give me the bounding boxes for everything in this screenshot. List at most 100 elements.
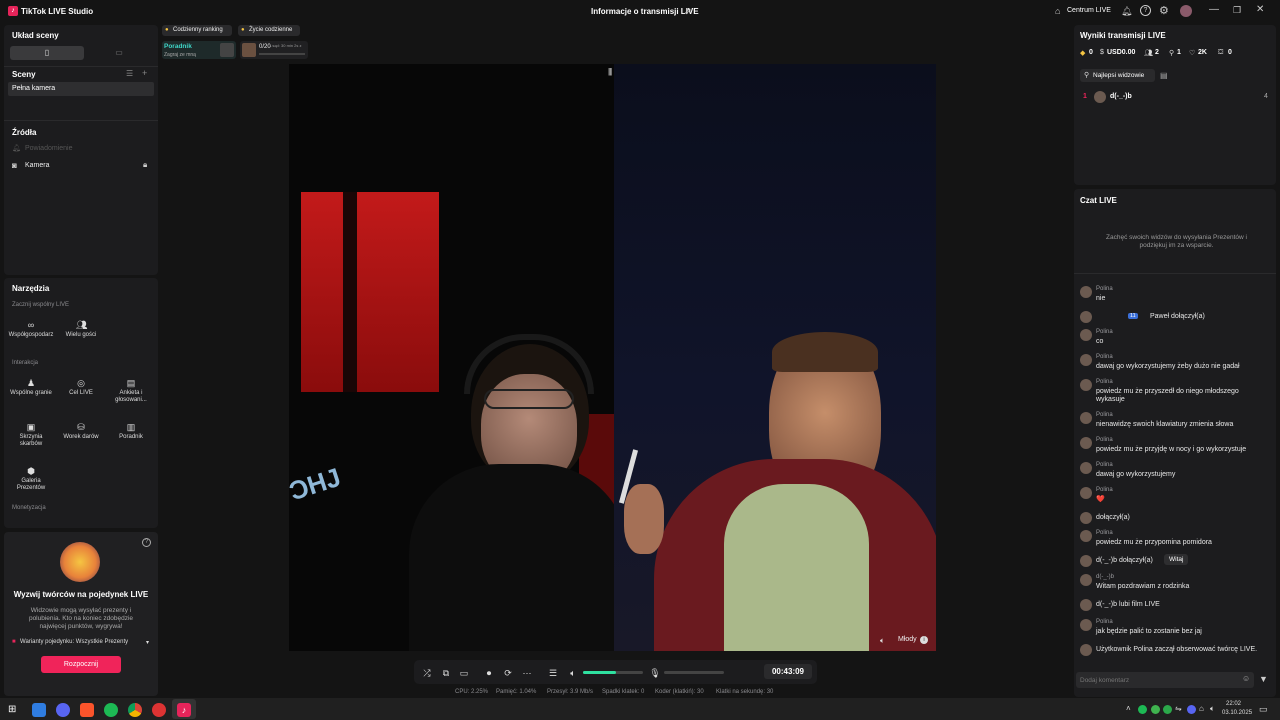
daily-life-widget[interactable]: ● Życie codzienne: [238, 25, 300, 36]
discord-icon[interactable]: [56, 703, 70, 717]
tiktok-icon[interactable]: ♪: [177, 703, 191, 717]
emoji-icon[interactable]: ☺: [1242, 674, 1250, 683]
play-together-button[interactable]: ♟ Wspólne granie: [8, 374, 54, 410]
poll-button[interactable]: ▤ Ankieta i głosowani...: [108, 374, 154, 410]
comment-input[interactable]: [1080, 674, 1230, 686]
avatar[interactable]: [1080, 412, 1092, 424]
daily-ranking-widget[interactable]: ● Codzienny ranking: [162, 25, 232, 36]
spotify-tray-icon[interactable]: [1138, 705, 1147, 714]
volume-icon[interactable]: 🔈︎: [567, 667, 579, 679]
avatar[interactable]: [1080, 644, 1092, 656]
minimize-button[interactable]: —: [1209, 4, 1219, 15]
avatar[interactable]: [1080, 619, 1092, 631]
duel-variants-select[interactable]: Warianty pojedynku: Wszystkie Prezenty: [20, 639, 128, 645]
spotify-icon[interactable]: [104, 703, 118, 717]
chat-author[interactable]: Polina: [1096, 286, 1113, 292]
drag-handle-icon[interactable]: |||: [608, 67, 612, 76]
comment-box[interactable]: ☺: [1076, 672, 1254, 688]
treasure-button[interactable]: ▣ Skrzynia skarbów: [8, 418, 54, 454]
filter-icon[interactable]: ▼: [1259, 674, 1268, 684]
chat-author[interactable]: Polina: [1096, 530, 1113, 536]
explorer-icon[interactable]: [32, 703, 46, 717]
tray-icon[interactable]: ⇋: [1175, 704, 1182, 713]
tray-icon[interactable]: [1163, 705, 1172, 714]
avatar[interactable]: [1080, 354, 1092, 366]
chat-author[interactable]: Polina: [1096, 437, 1113, 443]
layers-icon[interactable]: ⧉: [440, 667, 452, 679]
avatar[interactable]: [1080, 437, 1092, 449]
source-notifications[interactable]: Powiadomienie: [25, 145, 72, 152]
clock-time[interactable]: 22:02: [1226, 701, 1241, 707]
gear-icon[interactable]: ⚙: [1159, 4, 1169, 17]
volume-slider[interactable]: [583, 671, 643, 674]
avatar[interactable]: [1080, 379, 1092, 391]
multi-guests-button[interactable]: 👥︎ Wielu gości: [58, 316, 104, 352]
brave-icon[interactable]: [80, 703, 94, 717]
notifications-icon[interactable]: ▭: [1259, 704, 1268, 715]
portrait-layout-button[interactable]: ▯: [10, 46, 84, 60]
network-icon[interactable]: ⌂: [1199, 704, 1204, 713]
avatar[interactable]: [1180, 5, 1192, 17]
live-goal-button[interactable]: ◎ Cel LIVE: [58, 374, 104, 410]
maximize-button[interactable]: ❐: [1233, 5, 1241, 16]
close-button[interactable]: ✕: [1256, 4, 1264, 15]
avatar[interactable]: [1080, 599, 1092, 611]
landscape-layout-button[interactable]: ▭: [84, 46, 154, 60]
tray-icon[interactable]: [1151, 705, 1160, 714]
chat-author[interactable]: Polina: [1096, 487, 1113, 493]
list-icon[interactable]: ▤: [1160, 71, 1168, 80]
chat-author[interactable]: Polina: [1096, 462, 1113, 468]
chat-author[interactable]: Polina: [1096, 412, 1113, 418]
clock-date[interactable]: 03.10.2025: [1222, 710, 1252, 716]
obs-icon[interactable]: [152, 703, 166, 717]
avatar[interactable]: [1080, 530, 1092, 542]
gift-bag-button[interactable]: ⛁ Worek darów: [58, 418, 104, 454]
microphone-icon[interactable]: 🎙︎: [649, 667, 661, 679]
chevron-down-icon[interactable]: ▾: [146, 639, 149, 646]
help-icon[interactable]: ?: [1140, 5, 1151, 16]
avatar[interactable]: [1080, 512, 1092, 524]
lock-icon[interactable]: 🔒︎: [143, 160, 147, 170]
avatar[interactable]: [1080, 286, 1092, 298]
scene-item[interactable]: Pełna kamera: [8, 82, 154, 96]
avatar[interactable]: [1080, 462, 1092, 474]
start-button[interactable]: Rozpocznij: [41, 656, 121, 673]
chat-author[interactable]: Polina: [1096, 619, 1113, 625]
chat-author[interactable]: d(-_-)b: [1096, 574, 1114, 580]
progress-widget[interactable]: 0/20 ...sąd: 30 min 2s z: [240, 41, 308, 59]
welcome-button[interactable]: Witaj: [1164, 554, 1189, 565]
avatar[interactable]: [1080, 329, 1092, 341]
screen-icon[interactable]: ▭: [458, 667, 470, 679]
mic-slider[interactable]: [664, 671, 724, 674]
settings-sliders-icon[interactable]: ☰: [547, 667, 559, 679]
chat-author[interactable]: Polina: [1096, 329, 1113, 335]
volume-tray-icon[interactable]: 🔈︎: [1210, 704, 1215, 714]
stream-info-title[interactable]: Informacje o transmisji LIVE: [591, 7, 699, 16]
guide-widget[interactable]: Poradnik Zagraj ze mną: [162, 41, 236, 59]
centrum-live-button[interactable]: Centrum LIVE: [1067, 7, 1111, 14]
chrome-icon[interactable]: [128, 703, 142, 717]
share-icon[interactable]: ⇗: [684, 6, 692, 17]
avatar[interactable]: [1080, 574, 1092, 586]
replay-icon[interactable]: ⟳: [502, 667, 514, 679]
discord-tray-icon[interactable]: [1187, 705, 1196, 714]
bell-icon[interactable]: 🔔︎: [1121, 6, 1132, 17]
add-scene-button[interactable]: +: [142, 68, 147, 78]
source-camera[interactable]: Kamera: [25, 162, 50, 169]
avatar[interactable]: [1080, 487, 1092, 499]
avatar[interactable]: [1080, 311, 1092, 323]
avatar[interactable]: [1080, 555, 1092, 567]
help-icon[interactable]: ?: [142, 538, 151, 547]
chat-author[interactable]: Polina: [1096, 354, 1113, 360]
shuffle-icon[interactable]: ⤮: [421, 667, 433, 679]
guide-button[interactable]: ▥ Poradnik: [108, 418, 154, 454]
record-icon[interactable]: ⏺: [483, 667, 495, 679]
chat-author[interactable]: Polina: [1096, 379, 1113, 385]
more-icon[interactable]: ⋯: [521, 667, 533, 679]
top-viewer-name[interactable]: d(-_-)b: [1110, 93, 1132, 100]
chevron-up-icon[interactable]: ˄: [1126, 704, 1131, 713]
tab-top-viewers[interactable]: ⚲ Najlepsi widzowie: [1080, 69, 1155, 82]
speaker-icon[interactable]: 🔈︎: [880, 636, 885, 646]
cohost-button[interactable]: ∞ Współgospodarz: [8, 316, 54, 352]
gift-gallery-button[interactable]: ⬢ Galeria Prezentów: [8, 462, 54, 498]
